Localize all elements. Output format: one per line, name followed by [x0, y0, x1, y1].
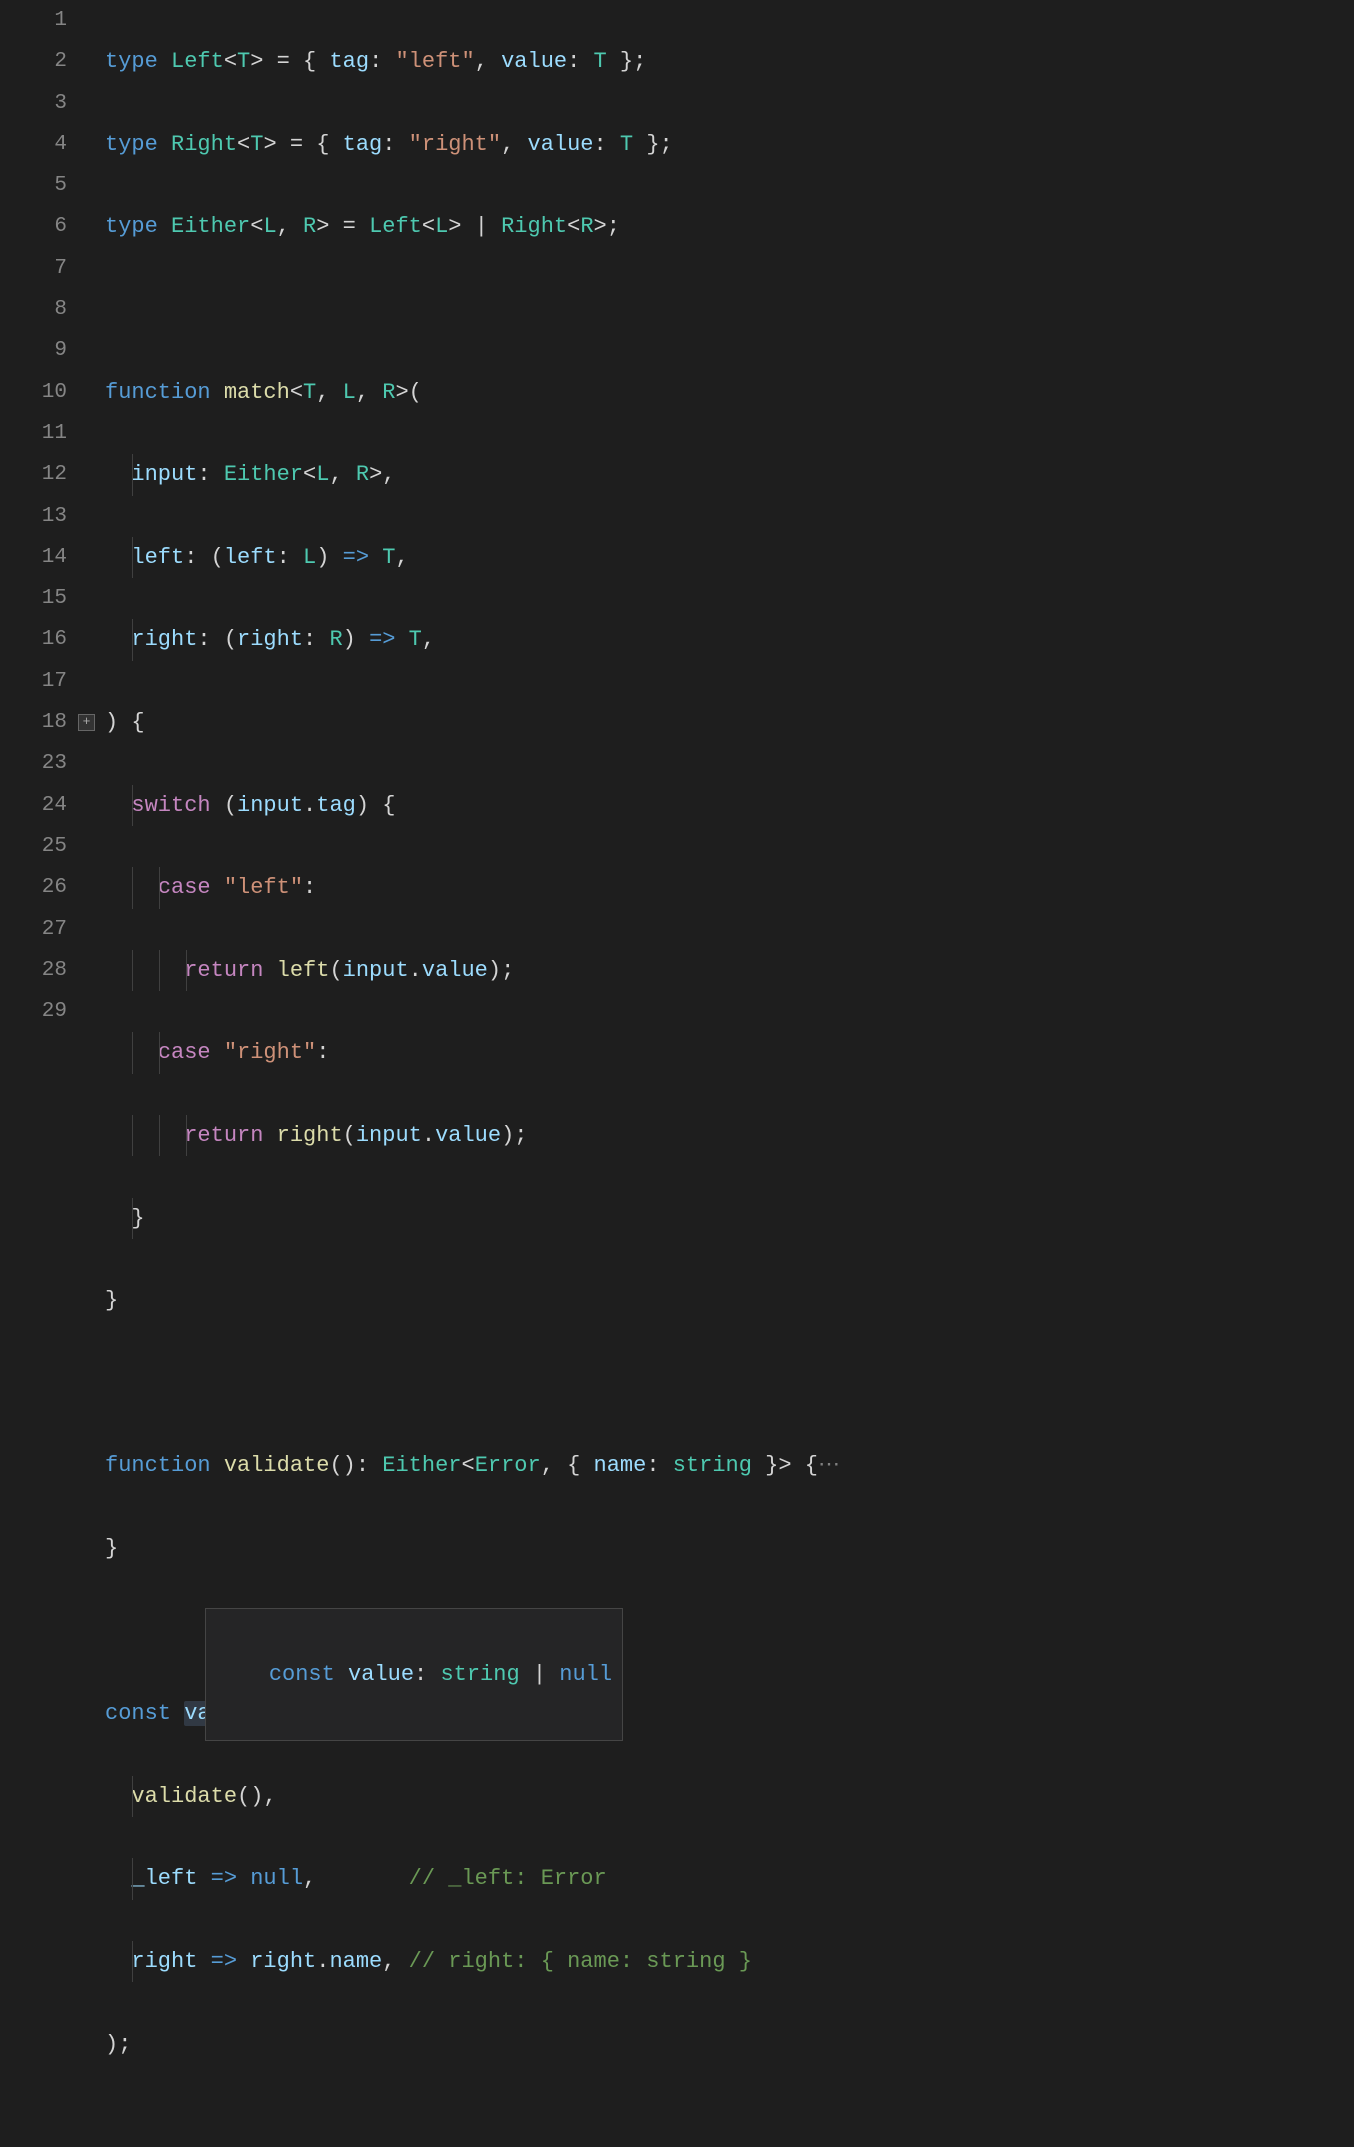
- keyword-null: null: [250, 1866, 303, 1891]
- line-number: 4: [0, 124, 67, 165]
- code-line[interactable]: right: (right: R) => T,: [105, 619, 1354, 660]
- line-number: 17: [0, 661, 67, 702]
- code-line[interactable]: validate(),: [105, 1776, 1354, 1817]
- hover-tooltip: const value: string | null: [205, 1608, 623, 1742]
- tooltip-keyword: const: [269, 1662, 335, 1687]
- property-key: tag: [329, 49, 369, 74]
- code-line[interactable]: return left(input.value);: [105, 950, 1354, 991]
- line-number: 5: [0, 165, 67, 206]
- code-line[interactable]: case "right":: [105, 1032, 1354, 1073]
- line-number: 12: [0, 454, 67, 495]
- line-number: 15: [0, 578, 67, 619]
- code-line[interactable]: [105, 1363, 1354, 1404]
- line-number: 7: [0, 248, 67, 289]
- line-number: 9: [0, 330, 67, 371]
- code-line[interactable]: }: [105, 1280, 1354, 1321]
- code-line[interactable]: type Either<L, R> = Left<L> | Right<R>;: [105, 206, 1354, 247]
- line-number: 29: [0, 991, 67, 1032]
- line-number: 10: [0, 372, 67, 413]
- code-line[interactable]: function validate(): Either<Error, { nam…: [105, 1445, 1354, 1486]
- code-line[interactable]: type Right<T> = { tag: "right", value: T…: [105, 124, 1354, 165]
- keyword-case: case: [158, 875, 211, 900]
- code-line[interactable]: right => right.name, // right: { name: s…: [105, 1941, 1354, 1982]
- line-number: 8: [0, 289, 67, 330]
- fold-expand-icon[interactable]: +: [78, 714, 95, 731]
- line-number: 25: [0, 826, 67, 867]
- tooltip-type: string: [440, 1662, 519, 1687]
- code-line[interactable]: }: [105, 1528, 1354, 1569]
- type-identifier: Left: [171, 49, 224, 74]
- keyword-switch: switch: [131, 793, 210, 818]
- line-number: 16: [0, 619, 67, 660]
- line-number: 28: [0, 950, 67, 991]
- code-line[interactable]: [105, 289, 1354, 330]
- tooltip-identifier: value: [348, 1662, 414, 1687]
- line-number: 23: [0, 743, 67, 784]
- code-line[interactable]: }: [105, 1198, 1354, 1239]
- line-number: 1: [0, 0, 67, 41]
- line-number: 13: [0, 496, 67, 537]
- line-number: 26: [0, 867, 67, 908]
- code-line[interactable]: );: [105, 2024, 1354, 2065]
- code-line[interactable]: type Left<T> = { tag: "left", value: T }…: [105, 41, 1354, 82]
- code-line[interactable]: left: (left: L) => T,: [105, 537, 1354, 578]
- line-number: 11: [0, 413, 67, 454]
- keyword-return: return: [184, 958, 263, 983]
- code-line[interactable]: return right(input.value);: [105, 1115, 1354, 1156]
- line-number: 14: [0, 537, 67, 578]
- keyword-function: function: [105, 380, 211, 405]
- code-area[interactable]: type Left<T> = { tag: "left", value: T }…: [95, 0, 1354, 2147]
- property-key: value: [501, 49, 567, 74]
- code-line[interactable]: input: Either<L, R>,: [105, 454, 1354, 495]
- code-line[interactable]: ) {: [105, 702, 1354, 743]
- line-number: 6: [0, 206, 67, 247]
- line-number: 18: [0, 702, 67, 743]
- code-line[interactable]: function match<T, L, R>(: [105, 372, 1354, 413]
- keyword-type: type: [105, 49, 158, 74]
- code-line[interactable]: switch (input.tag) {: [105, 785, 1354, 826]
- line-number-gutter: 1 2 3 4 5 6 7 8 9 10 11 12 13 14 15 16 1…: [0, 0, 95, 2147]
- folded-ellipsis-icon[interactable]: ⋯: [818, 1453, 841, 1478]
- keyword-const: const: [105, 1701, 171, 1726]
- string-literal: "left": [395, 49, 474, 74]
- type-parameter: T: [237, 49, 250, 74]
- line-number: 24: [0, 785, 67, 826]
- line-number: 3: [0, 83, 67, 124]
- line-number: 27: [0, 909, 67, 950]
- tooltip-type: null: [559, 1662, 612, 1687]
- code-line[interactable]: const value: string | null: [105, 1611, 1354, 1652]
- line-comment: // right: { name: string }: [409, 1949, 752, 1974]
- function-name: match: [224, 380, 290, 405]
- code-line[interactable]: _left => null, // _left: Error: [105, 1858, 1354, 1899]
- parameter: input: [131, 462, 197, 487]
- code-line[interactable]: case "left":: [105, 867, 1354, 908]
- code-editor[interactable]: 1 2 3 4 5 6 7 8 9 10 11 12 13 14 15 16 1…: [0, 0, 1354, 2147]
- line-comment: // _left: Error: [409, 1866, 607, 1891]
- line-number: 2: [0, 41, 67, 82]
